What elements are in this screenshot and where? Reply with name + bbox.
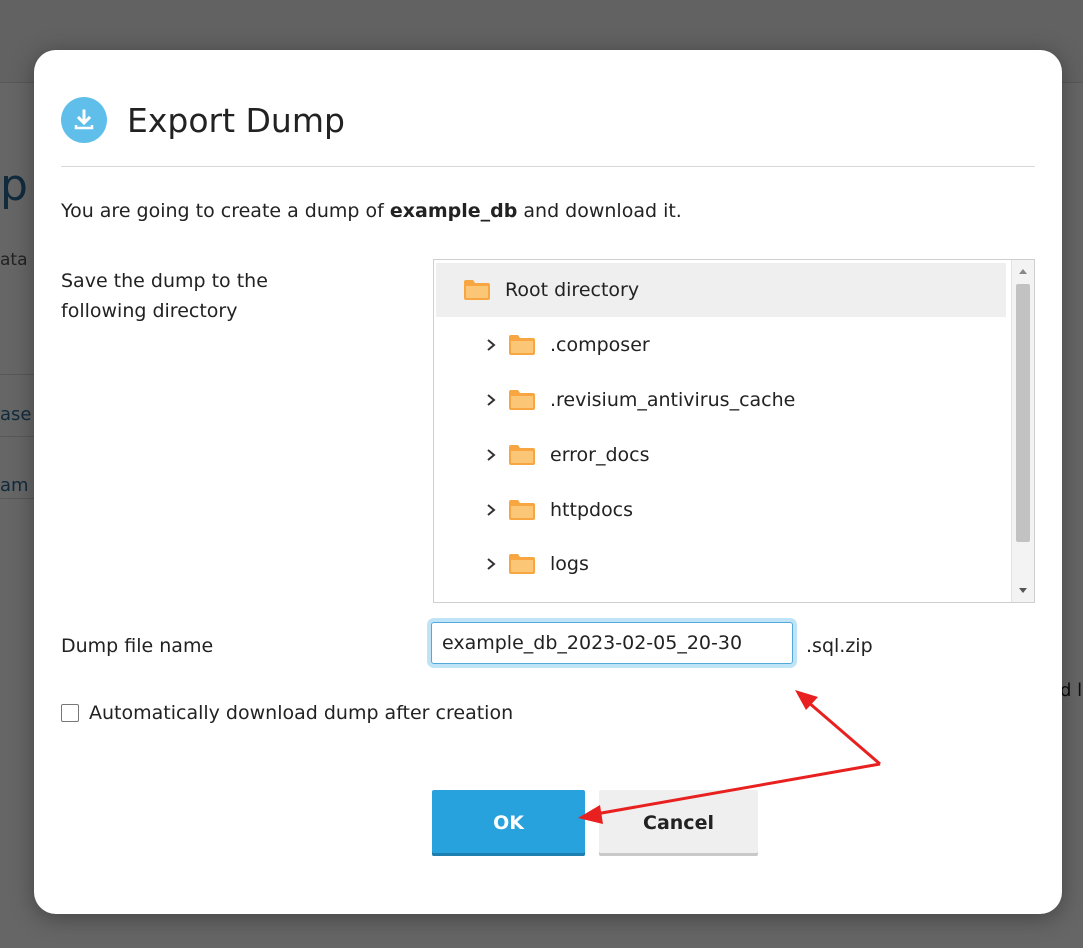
tree-item-composer[interactable]: .composer: [484, 318, 650, 372]
folder-icon: [509, 500, 535, 520]
tree-item-label: logs: [550, 553, 589, 575]
tree-scrollbar[interactable]: [1011, 260, 1034, 602]
scroll-down-arrow-icon[interactable]: [1012, 580, 1034, 602]
auto-download-checkbox[interactable]: [61, 704, 79, 722]
chevron-right-icon[interactable]: [484, 393, 498, 407]
tree-item-label: .composer: [550, 334, 650, 356]
directory-label: Save the dump to the following directory: [61, 270, 268, 322]
folder-icon: [464, 280, 490, 300]
cancel-button[interactable]: Cancel: [599, 790, 758, 856]
chevron-right-icon[interactable]: [484, 338, 498, 352]
download-icon: [61, 97, 107, 143]
directory-tree[interactable]: Root directory .composer .revisium_antiv…: [433, 259, 1035, 603]
tree-item-httpdocs[interactable]: httpdocs: [484, 483, 633, 537]
tree-item-label: .revisium_antivirus_cache: [550, 389, 796, 411]
folder-icon: [509, 445, 535, 465]
scroll-up-arrow-icon[interactable]: [1012, 260, 1034, 282]
folder-icon: [509, 554, 535, 574]
chevron-right-icon[interactable]: [484, 557, 498, 571]
folder-icon: [509, 390, 535, 410]
ok-button[interactable]: OK: [432, 790, 585, 856]
auto-download-option[interactable]: Automatically download dump after creati…: [61, 702, 513, 724]
tree-item-revisium-antivirus-cache[interactable]: .revisium_antivirus_cache: [484, 373, 795, 427]
tree-item-label: error_docs: [550, 444, 650, 466]
tree-item-label: Root directory: [505, 279, 640, 301]
auto-download-label: Automatically download dump after creati…: [89, 702, 514, 724]
chevron-right-icon[interactable]: [484, 503, 498, 517]
tree-item-logs[interactable]: logs: [484, 537, 589, 591]
file-name-suffix: .sql.zip: [806, 635, 873, 657]
file-name-input[interactable]: [431, 622, 793, 664]
export-dump-dialog: Export Dump You are going to create a du…: [34, 50, 1062, 914]
header-divider: [61, 166, 1035, 167]
folder-icon: [509, 335, 535, 355]
database-name: example_db: [389, 200, 518, 222]
tree-item-label: httpdocs: [550, 499, 634, 521]
tree-item-root[interactable]: Root directory: [436, 263, 1006, 317]
intro-text: You are going to create a dump of exampl…: [61, 200, 682, 222]
tree-item-error-docs[interactable]: error_docs: [484, 428, 650, 482]
dialog-title: Export Dump: [127, 100, 345, 140]
intro-prefix: You are going to create a dump of: [61, 200, 390, 222]
file-name-label: Dump file name: [61, 635, 214, 657]
dialog-header: Export Dump: [61, 90, 345, 150]
chevron-right-icon[interactable]: [484, 448, 498, 462]
scroll-thumb[interactable]: [1016, 284, 1030, 542]
intro-suffix: and download it.: [517, 200, 682, 222]
